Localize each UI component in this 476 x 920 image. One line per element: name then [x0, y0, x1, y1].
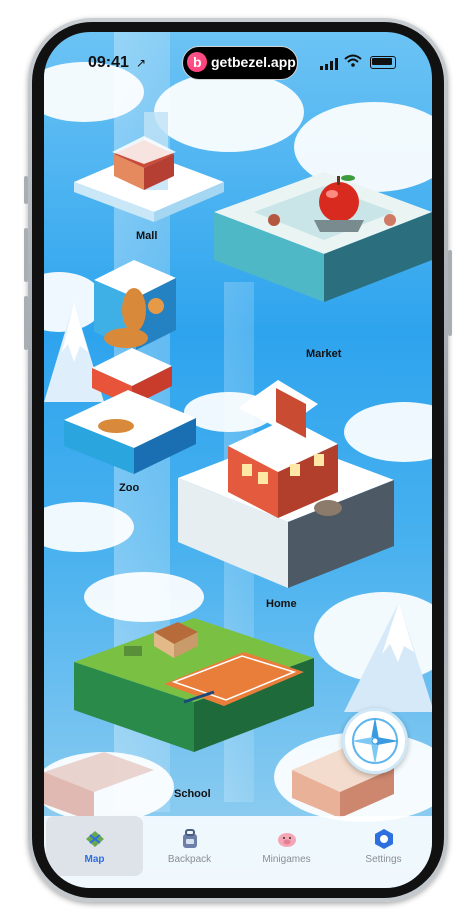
bezel-logo-icon: b — [187, 52, 207, 72]
compass-button[interactable] — [342, 708, 408, 774]
dynamic-island-text: getbezel.app — [211, 54, 296, 70]
side-button-action — [24, 176, 28, 204]
location-label-market[interactable]: Market — [306, 348, 341, 360]
tab-minigames-label: Minigames — [262, 854, 311, 865]
app-screen: Mall Market Zoo Home School 09:41 ↗ b ge… — [44, 32, 432, 888]
tab-settings[interactable]: Settings — [335, 816, 432, 876]
mall-island-illustration — [74, 112, 224, 222]
location-label-mall[interactable]: Mall — [136, 230, 157, 242]
map-icon — [86, 831, 104, 847]
battery-icon — [370, 56, 396, 69]
status-bar: 09:41 ↗ b getbezel.app — [44, 32, 432, 88]
location-label-zoo[interactable]: Zoo — [119, 482, 139, 494]
bezel-logo-letter: b — [193, 54, 202, 70]
tab-backpack[interactable]: Backpack — [141, 816, 238, 876]
side-button-volume-up — [24, 228, 28, 282]
cellular-signal-icon — [320, 58, 338, 70]
wifi-icon — [344, 54, 362, 67]
snowy-mountain-right — [344, 602, 432, 712]
status-time: 09:41 — [88, 54, 129, 71]
market-island-illustration[interactable] — [214, 162, 432, 312]
pig-icon — [278, 833, 296, 847]
side-button-volume-down — [24, 296, 28, 350]
settings-icon — [375, 829, 393, 849]
location-arrow-icon: ↗ — [136, 56, 147, 70]
dynamic-island: b getbezel.app — [182, 46, 298, 80]
tab-minigames[interactable]: Minigames — [238, 816, 335, 876]
school-island-illustration[interactable] — [74, 602, 314, 752]
side-button-power — [448, 250, 452, 336]
tab-map-label: Map — [84, 854, 105, 865]
compass-icon — [351, 717, 399, 765]
tab-bar: Map Backpack Minigames Settings — [44, 816, 432, 888]
tab-map[interactable]: Map — [46, 816, 143, 876]
backpack-icon — [183, 829, 197, 848]
tab-backpack-label: Backpack — [167, 854, 212, 865]
home-island-illustration[interactable] — [178, 368, 398, 588]
tab-settings-label: Settings — [365, 854, 402, 865]
